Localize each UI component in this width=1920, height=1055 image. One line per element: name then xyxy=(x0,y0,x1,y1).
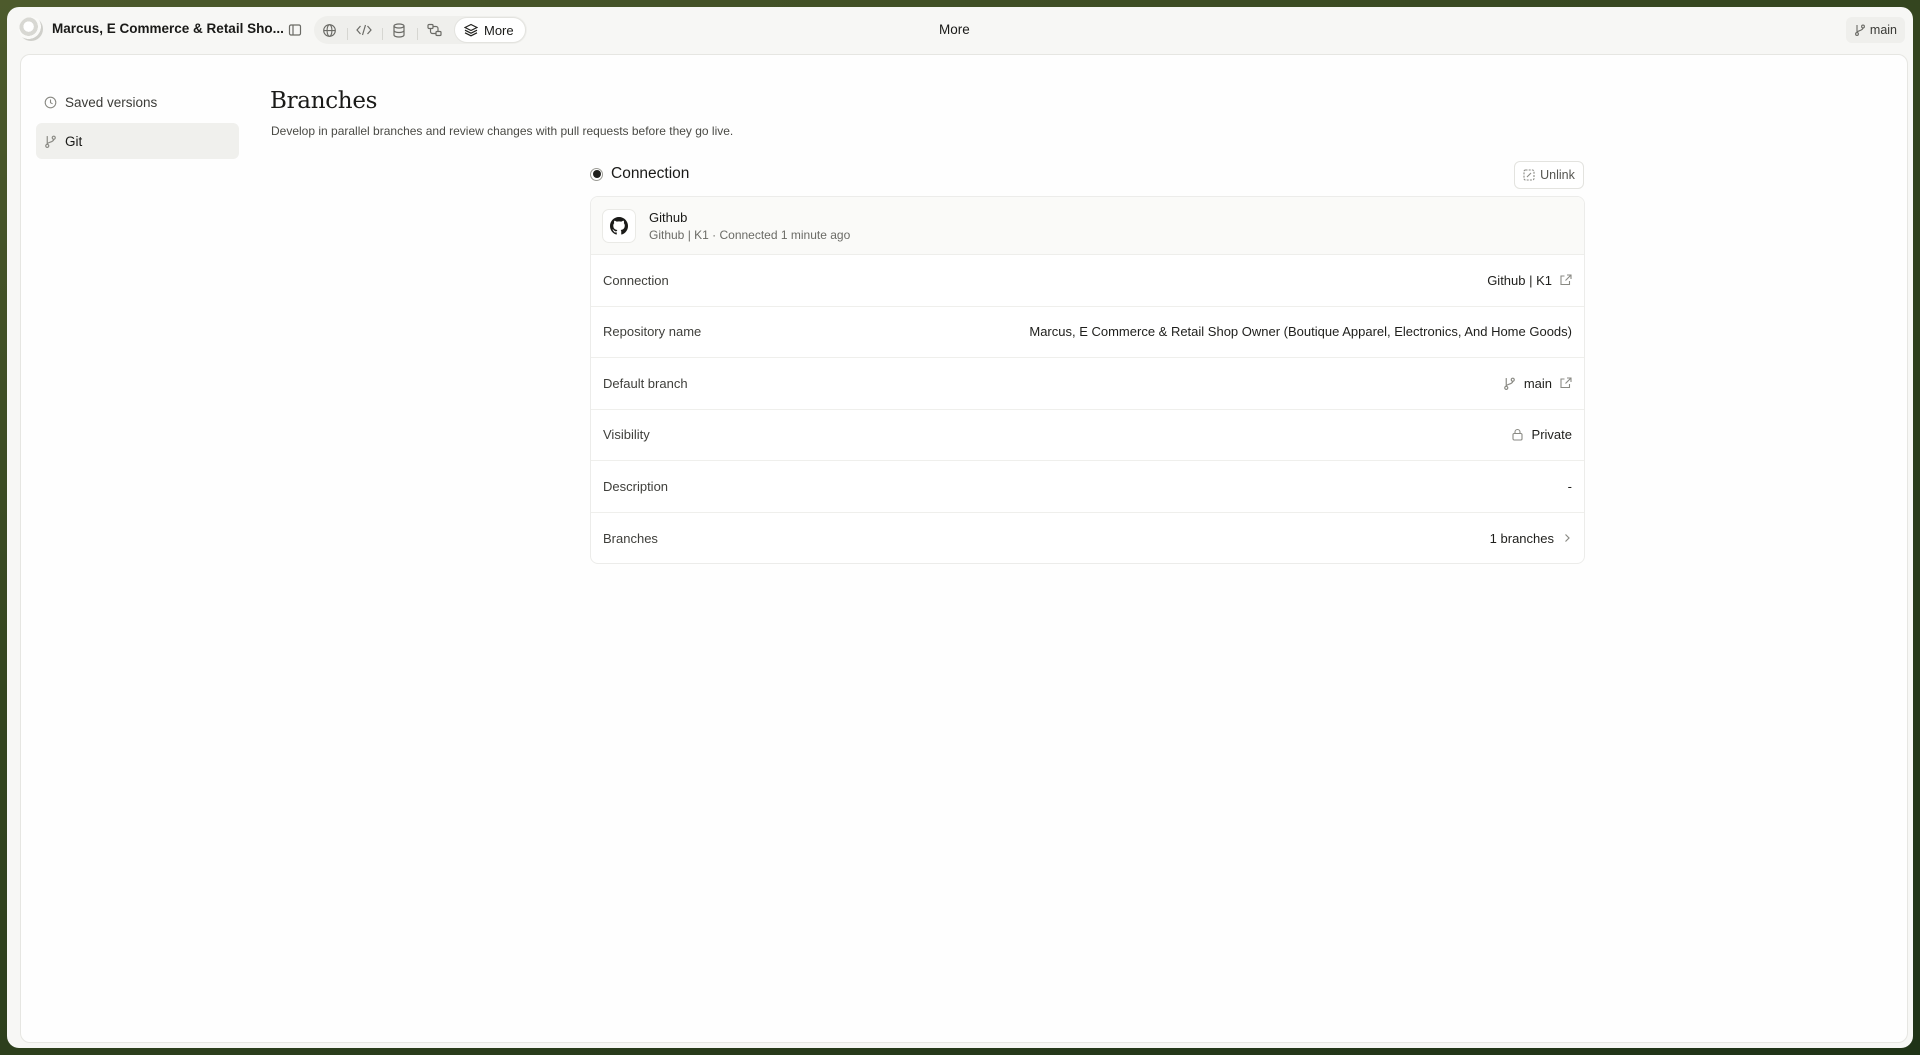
chevron-right-icon xyxy=(1562,533,1572,543)
page-subtitle: Develop in parallel branches and review … xyxy=(271,124,734,138)
row-value: 1 branches xyxy=(1489,530,1554,546)
visibility-value: Private xyxy=(1511,427,1572,442)
lock-icon xyxy=(1511,428,1524,441)
row-connection: Connection Github | K1 xyxy=(591,255,1584,307)
provider-header: Github Github | K1 · Connected 1 minute … xyxy=(591,197,1584,255)
branches-link[interactable]: 1 branches xyxy=(1490,531,1572,546)
row-value: - xyxy=(1567,478,1572,494)
row-default-branch: Default branch main xyxy=(591,358,1584,410)
project-title[interactable]: Marcus, E Commerce & Retail Sho... xyxy=(52,21,284,36)
branch-selector[interactable]: main xyxy=(1845,17,1905,43)
connection-section-header: Connection xyxy=(590,165,689,183)
app-logo[interactable] xyxy=(19,17,43,41)
row-value: Marcus, E Commerce & Retail Shop Owner (… xyxy=(1029,324,1572,340)
clock-icon xyxy=(44,96,57,109)
row-value: Private xyxy=(1531,427,1572,443)
workflow-icon[interactable] xyxy=(424,20,444,40)
center-title: More xyxy=(939,22,970,37)
github-icon xyxy=(602,209,636,243)
provider-name: Github xyxy=(649,210,688,225)
row-description: Description - xyxy=(591,461,1584,513)
default-branch-link[interactable]: main xyxy=(1503,376,1572,391)
layers-icon xyxy=(464,23,478,37)
row-visibility: Visibility Private xyxy=(591,410,1584,461)
connection-link[interactable]: Github | K1 xyxy=(1487,273,1572,288)
row-repository-name: Repository name Marcus, E Commerce & Ret… xyxy=(591,307,1584,358)
unlink-button[interactable]: Unlink xyxy=(1514,161,1584,189)
sidebar-item-saved-versions[interactable]: Saved versions xyxy=(36,84,239,120)
git-branch-icon xyxy=(44,135,57,148)
connection-status-indicator xyxy=(590,167,603,181)
database-icon[interactable] xyxy=(389,20,409,40)
git-branch-icon xyxy=(1503,377,1516,390)
toolbar-divider xyxy=(347,28,348,40)
row-branches[interactable]: Branches 1 branches xyxy=(591,513,1584,564)
content-panel: Saved versions Git Branches Develop in p… xyxy=(20,54,1908,1043)
sidebar-item-label: Saved versions xyxy=(65,94,158,110)
provider-meta: Github | K1 · Connected 1 minute ago xyxy=(649,228,851,242)
row-label: Branches xyxy=(603,530,658,546)
more-button-label: More xyxy=(484,22,514,38)
globe-icon[interactable] xyxy=(319,20,339,40)
row-label: Default branch xyxy=(603,375,688,391)
sidebar-toggle-icon[interactable] xyxy=(285,20,305,40)
top-bar: Marcus, E Commerce & Retail Sho... More … xyxy=(7,7,1913,53)
unlink-label: Unlink xyxy=(1540,168,1575,182)
section-title: Connection xyxy=(611,165,690,182)
branch-name: main xyxy=(1869,23,1897,37)
external-link-icon xyxy=(1560,274,1572,286)
code-icon[interactable] xyxy=(354,20,374,40)
row-value: Github | K1 xyxy=(1487,272,1552,288)
row-value: main xyxy=(1523,375,1552,391)
app-window: Marcus, E Commerce & Retail Sho... More … xyxy=(7,7,1913,1048)
row-label: Connection xyxy=(603,272,669,288)
row-label: Repository name xyxy=(603,324,702,340)
toolbar-divider xyxy=(382,28,383,40)
sidebar-item-label: Git xyxy=(65,133,83,149)
row-label: Description xyxy=(603,478,669,494)
unlink-icon xyxy=(1523,169,1535,181)
sidebar-item-git[interactable]: Git xyxy=(36,123,239,159)
more-button[interactable]: More xyxy=(454,17,526,43)
row-label: Visibility xyxy=(603,427,650,443)
page-title: Branches xyxy=(270,88,378,114)
connection-card: Github Github | K1 · Connected 1 minute … xyxy=(590,196,1585,564)
git-branch-icon xyxy=(1854,24,1866,36)
toolbar-divider xyxy=(417,28,418,40)
external-link-icon xyxy=(1560,377,1572,389)
